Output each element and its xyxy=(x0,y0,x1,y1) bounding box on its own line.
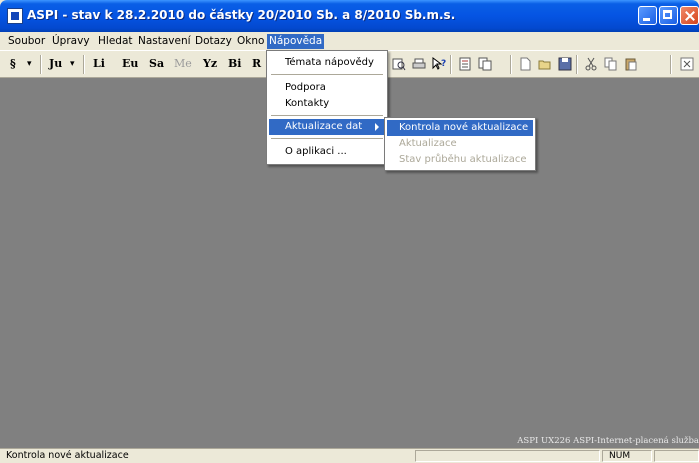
license-text: ASPI UX226 ASPI-Internet-placená služba xyxy=(517,436,699,446)
application-window: ASPI - stav k 28.2.2010 do částky 20/201… xyxy=(0,0,699,463)
close-button[interactable] xyxy=(680,6,699,25)
toolbar-me-button[interactable]: Me xyxy=(174,57,192,70)
cut-icon[interactable] xyxy=(584,57,598,71)
menu-item-data-update[interactable]: Aktualizace dat xyxy=(269,119,385,135)
print-icon[interactable] xyxy=(412,57,426,71)
toolbar-separator xyxy=(670,55,672,74)
menu-item-about[interactable]: O aplikaci ... xyxy=(269,144,385,160)
help-pointer-icon[interactable]: ? xyxy=(432,57,446,71)
menu-napoveda[interactable]: Nápověda xyxy=(267,34,325,49)
menu-item-check-update[interactable]: Kontrola nové aktualizace xyxy=(387,120,533,136)
minimize-button[interactable] xyxy=(638,6,657,25)
menu-okno[interactable]: Okno xyxy=(235,34,266,49)
toolbar-section-dropdown[interactable]: ▾ xyxy=(27,59,32,69)
status-bar: Kontrola nové aktualizace NUM xyxy=(0,448,699,463)
toolbar-ju-button[interactable]: Ju xyxy=(49,57,62,70)
toolbar-ju-dropdown[interactable]: ▾ xyxy=(70,59,75,69)
window-title: ASPI - stav k 28.2.2010 do částky 20/201… xyxy=(27,8,456,22)
toolbar-separator xyxy=(510,55,512,74)
toolbar-eu-button[interactable]: Eu xyxy=(122,57,138,70)
save-icon[interactable] xyxy=(558,57,572,71)
toolbar-li-button[interactable]: Li xyxy=(93,57,105,70)
toolbar-section-button[interactable]: § xyxy=(10,57,16,70)
menu-item-data-update-label: Aktualizace dat xyxy=(285,121,363,132)
svg-text:?: ? xyxy=(441,59,446,69)
app-logo-icon xyxy=(7,8,23,24)
new-document-icon[interactable] xyxy=(518,57,532,71)
copy-document-icon[interactable] xyxy=(478,57,492,71)
menu-separator xyxy=(271,74,383,75)
toolbar-separator xyxy=(40,55,42,74)
menu-hledat[interactable]: Hledat xyxy=(96,34,135,49)
menu-soubor[interactable]: Soubor xyxy=(6,34,47,49)
menu-item-help-topics[interactable]: Témata nápovědy xyxy=(269,55,385,71)
menu-separator xyxy=(271,138,383,139)
num-lock-indicator: NUM xyxy=(602,450,652,462)
menu-item-update[interactable]: Aktualizace xyxy=(387,136,533,152)
open-folder-icon[interactable] xyxy=(538,57,552,71)
help-menu-dropdown: Témata nápovědy Podpora Kontakty Aktuali… xyxy=(266,50,388,165)
toolbar-separator xyxy=(83,55,85,74)
paste-icon[interactable] xyxy=(624,57,638,71)
update-submenu: Kontrola nové aktualizace Aktualizace St… xyxy=(384,117,536,171)
title-bar[interactable]: ASPI - stav k 28.2.2010 do částky 20/201… xyxy=(0,0,699,32)
menu-item-update-progress[interactable]: Stav průběhu aktualizace xyxy=(387,152,533,168)
status-message: Kontrola nové aktualizace xyxy=(6,450,129,461)
toolbar-r-button[interactable]: R xyxy=(252,57,261,70)
menu-item-support[interactable]: Podpora xyxy=(269,80,385,96)
toolbar-separator xyxy=(450,55,452,74)
menu-nastaveni[interactable]: Nastavení xyxy=(136,34,193,49)
status-pane-empty xyxy=(415,450,600,462)
print-preview-icon[interactable] xyxy=(392,57,406,71)
menu-bar: Soubor Úpravy Hledat Nastavení Dotazy Ok… xyxy=(0,32,699,50)
toolbar-sa-button[interactable]: Sa xyxy=(149,57,164,70)
exit-icon[interactable] xyxy=(680,57,694,71)
menu-upravy[interactable]: Úpravy xyxy=(50,34,92,49)
menu-separator xyxy=(271,115,383,116)
status-pane-empty xyxy=(654,450,699,462)
submenu-arrow-icon xyxy=(375,123,379,131)
maximize-button[interactable] xyxy=(659,6,678,25)
menu-dotazy[interactable]: Dotazy xyxy=(193,34,234,49)
menu-item-contacts[interactable]: Kontakty xyxy=(269,96,385,112)
document-icon[interactable] xyxy=(458,57,472,71)
toolbar-separator xyxy=(576,55,578,74)
copy-icon[interactable] xyxy=(604,57,618,71)
toolbar-bi-button[interactable]: Bi xyxy=(228,57,241,70)
toolbar-yz-button[interactable]: Yz xyxy=(203,57,217,70)
